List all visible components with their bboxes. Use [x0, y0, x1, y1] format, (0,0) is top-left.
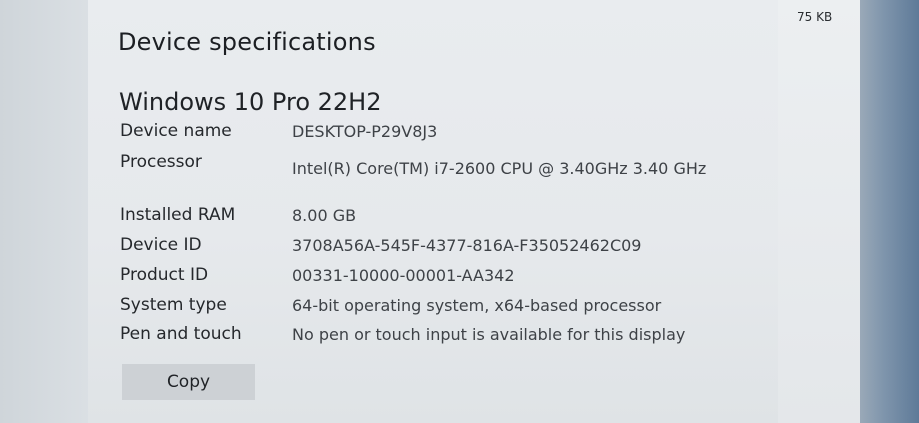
spec-value: 00331-10000-00001-AA342 — [292, 266, 515, 285]
spec-label: System type — [120, 295, 227, 315]
windows-edition: Windows 10 Pro 22H2 — [119, 88, 382, 116]
file-size-label: 75 KB — [797, 10, 833, 24]
spec-label: Device name — [120, 121, 232, 141]
section-title: Device specifications — [118, 28, 376, 56]
spec-value: DESKTOP-P29V8J3 — [292, 122, 438, 141]
spec-value: 64-bit operating system, x64-based proce… — [292, 296, 662, 315]
spec-label: Product ID — [120, 265, 209, 285]
copy-button[interactable]: Copy — [122, 364, 255, 400]
spec-value: Intel(R) Core(TM) i7-2600 CPU @ 3.40GHz … — [292, 159, 707, 178]
spec-label: Device ID — [120, 235, 202, 255]
spec-label: Pen and touch — [120, 324, 242, 344]
spec-label: Processor — [120, 152, 202, 172]
spec-value: 8.00 GB — [292, 206, 357, 225]
spec-value: No pen or touch input is available for t… — [292, 325, 686, 344]
right-strip — [778, 0, 860, 423]
screen: 75 KB Device specifications Windows 10 P… — [0, 0, 919, 423]
desktop-edge — [860, 0, 919, 423]
spec-value: 3708A56A-545F-4377-816A-F35052462C09 — [292, 236, 642, 255]
spec-label: Installed RAM — [120, 205, 236, 225]
